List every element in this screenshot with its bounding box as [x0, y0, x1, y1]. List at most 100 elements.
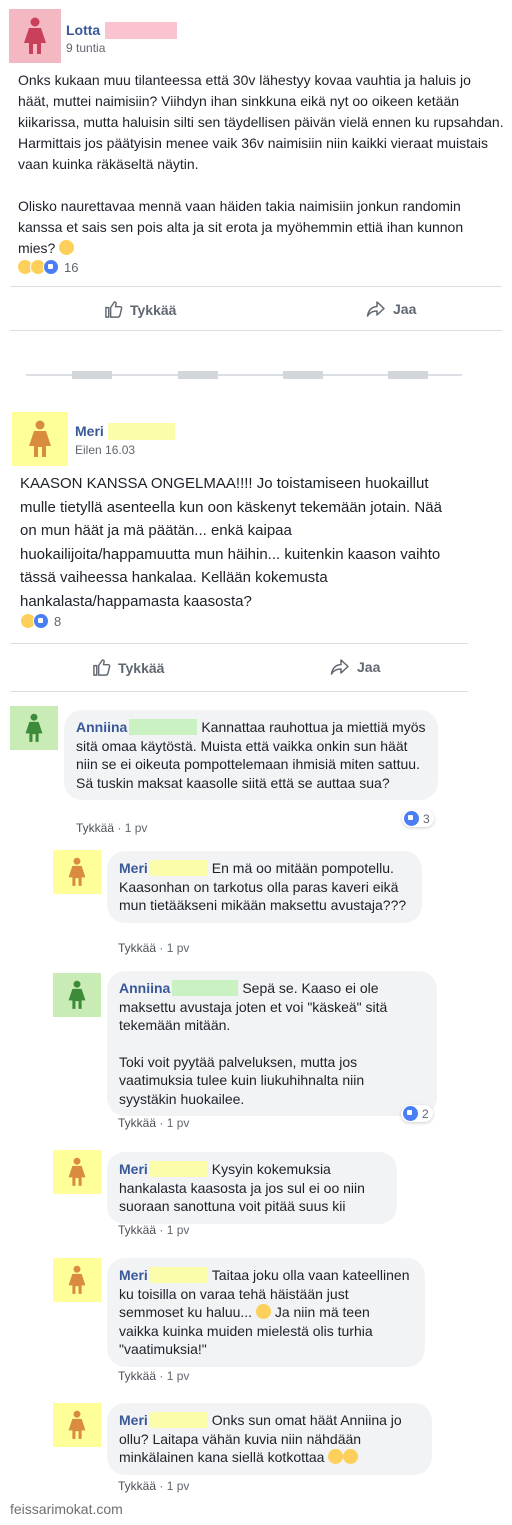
comment-bubble: Anniina Sepä se. Kaaso ei ole maksettu av…: [107, 971, 437, 1116]
comment-bubble: Meri Kysyin kokemuksia hankalasta kaasost…: [107, 1152, 397, 1224]
divider: [10, 691, 468, 692]
comment-time[interactable]: 1 pv: [125, 821, 148, 835]
post-body: KAASON KANSSA ONGELMAA!!!! Jo toistamise…: [20, 475, 442, 610]
comment-time[interactable]: 1 pv: [167, 1479, 190, 1493]
share-button[interactable]: Jaa: [366, 300, 416, 318]
comment-bubble: Meri En mä oo mitään pompotellu. Kaasonha…: [107, 851, 422, 923]
comment-author[interactable]: Anniina: [119, 980, 170, 996]
redacted-surname: [149, 1161, 208, 1177]
thinking-emoji-icon: [59, 240, 75, 255]
separator-tick: [178, 371, 218, 379]
like-reaction-icon: [404, 811, 419, 826]
reaction-count: 16: [64, 259, 79, 275]
comment-meta: Tykkää · 1 pv: [118, 941, 190, 955]
comment-like-link[interactable]: Tykkää: [118, 1479, 156, 1493]
post-timestamp[interactable]: Eilen 16.03: [75, 443, 135, 457]
comment-meta: Tykkää · 1 pv: [118, 1479, 190, 1493]
person-figure-icon: [68, 980, 86, 1009]
redacted-surname: [172, 980, 239, 996]
divider: [10, 643, 468, 644]
share-label: Jaa: [393, 301, 417, 317]
comment-text: Toki voit pyytää palveluksen, mutta jos …: [119, 1053, 365, 1107]
reaction-count: 8: [54, 613, 62, 629]
post-paragraph: Olisko naurettavaa mennä vaan häiden tak…: [18, 198, 464, 256]
laughing-emoji-icon: [328, 1449, 344, 1464]
comment-meta: Tykkää · 1 pv: [118, 1116, 190, 1130]
person-figure-icon: [68, 857, 86, 886]
laughing-emoji-icon: [343, 1449, 359, 1464]
comment-like-link[interactable]: Tykkää: [118, 1223, 156, 1237]
author-name[interactable]: Meri: [75, 423, 104, 439]
reaction-summary[interactable]: 8: [20, 613, 61, 629]
comment-author[interactable]: Anniina: [76, 719, 127, 735]
comment-like-link[interactable]: Tykkää: [118, 1369, 156, 1383]
post-body: Onks kukaan muu tilanteessa että 30v läh…: [18, 70, 504, 259]
person-figure-icon: [68, 1157, 86, 1186]
avatar[interactable]: [53, 1258, 101, 1302]
thumbs-up-icon: [93, 659, 111, 676]
comment-reactions[interactable]: 3: [402, 810, 434, 827]
author-name[interactable]: Lotta: [66, 22, 100, 38]
comment-time[interactable]: 1 pv: [167, 1116, 190, 1130]
separator-tick: [72, 371, 112, 379]
reaction-summary[interactable]: 16: [17, 259, 78, 275]
redacted-surname: [149, 1267, 208, 1283]
comment-like-link[interactable]: Tykkää: [118, 941, 156, 955]
separator-tick: [283, 371, 323, 379]
like-label: Tykkää: [130, 301, 177, 318]
comment-bubble: Meri Onks sun omat häät Anniina jo ollu? …: [107, 1403, 432, 1475]
comment-reactions[interactable]: 2: [401, 1105, 433, 1122]
share-arrow-icon: [330, 659, 349, 675]
divider: [10, 330, 502, 331]
avatar[interactable]: [53, 973, 101, 1017]
share-label: Jaa: [357, 659, 381, 675]
redacted-surname: [129, 719, 198, 735]
comment-author[interactable]: Meri: [119, 1412, 148, 1428]
redacted-surname: [105, 22, 177, 39]
like-reaction-icon: [403, 1106, 418, 1121]
comment-meta: Tykkää · 1 pv: [118, 1223, 190, 1237]
person-figure-icon: [68, 1410, 86, 1439]
like-reaction-icon: [33, 613, 49, 629]
post-paragraph: Onks kukaan muu tilanteessa että 30v läh…: [18, 72, 504, 172]
share-arrow-icon: [366, 301, 385, 317]
comment-bubble: Anniina Kannattaa rauhottua ja miettiä my…: [64, 710, 438, 800]
comment-like-link[interactable]: Tykkää: [76, 821, 114, 835]
person-figure-icon: [25, 713, 43, 742]
avatar[interactable]: [53, 1403, 101, 1447]
comment-author[interactable]: Meri: [119, 1161, 148, 1177]
like-button[interactable]: Tykkää: [104, 300, 176, 319]
person-figure-icon: [68, 1265, 86, 1294]
thumbs-up-icon: [105, 301, 123, 318]
comment-like-link[interactable]: Tykkää: [118, 1116, 156, 1130]
comment-reaction-count: 3: [423, 811, 430, 826]
comment-time[interactable]: 1 pv: [167, 1369, 190, 1383]
redacted-surname: [149, 1412, 208, 1428]
comment-time[interactable]: 1 pv: [167, 941, 190, 955]
comment-author[interactable]: Meri: [119, 860, 148, 876]
person-figure-icon: [24, 17, 46, 54]
avatar[interactable]: [53, 850, 101, 894]
person-figure-icon: [29, 420, 51, 457]
laughing-emoji-icon: [255, 1304, 271, 1319]
avatar[interactable]: [9, 9, 61, 63]
comment-author[interactable]: Meri: [119, 1267, 148, 1283]
avatar[interactable]: [10, 706, 58, 750]
redacted-surname: [149, 860, 208, 876]
comment-meta: Tykkää · 1 pv: [118, 1369, 190, 1383]
comment-bubble: Meri Taitaa joku olla vaan kateellinen ku…: [107, 1258, 425, 1367]
divider: [10, 286, 502, 287]
post-timestamp[interactable]: 9 tuntia: [66, 41, 105, 55]
like-button[interactable]: Tykkää: [92, 658, 164, 677]
share-button[interactable]: Jaa: [330, 658, 380, 676]
watermark: feissarimokat.com: [10, 1501, 123, 1517]
avatar[interactable]: [53, 1150, 101, 1194]
comment-time[interactable]: 1 pv: [167, 1223, 190, 1237]
separator-tick: [388, 371, 428, 379]
like-label: Tykkää: [118, 659, 165, 676]
comment-reaction-count: 2: [422, 1106, 429, 1121]
redacted-surname: [108, 423, 175, 440]
like-reaction-icon: [43, 259, 59, 275]
avatar[interactable]: [12, 412, 68, 466]
comment-meta: Tykkää · 1 pv: [76, 821, 148, 835]
